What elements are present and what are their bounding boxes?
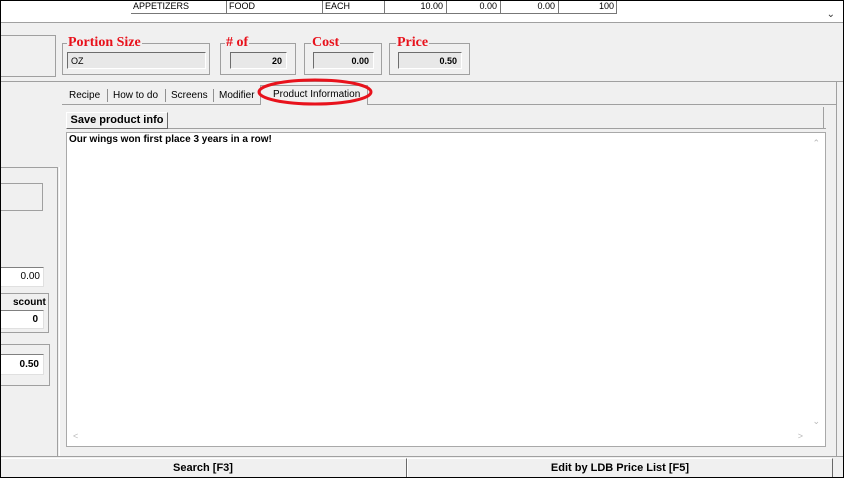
discount-label: scount <box>13 297 46 308</box>
tab-separator <box>213 89 214 102</box>
grid-cell-value-3[interactable]: 0.00 <box>501 1 559 14</box>
tab-separator <box>165 89 166 102</box>
grid-cell-value-4[interactable]: 100 <box>559 1 617 14</box>
portion-size-label: Portion Size <box>67 35 142 51</box>
grid-cell-value-2[interactable]: 0.00 <box>447 1 501 14</box>
right-edge-line <box>836 82 837 456</box>
left-panel-top-box <box>1 35 56 77</box>
portion-size-field[interactable]: OZ <box>67 52 206 69</box>
highlight-circle <box>257 78 373 106</box>
cost-field[interactable]: 0.00 <box>313 52 374 69</box>
product-grid-row[interactable]: APPETIZERS FOOD EACH 10.00 0.00 0.00 100… <box>1 1 843 23</box>
num-of-group: # of 20 <box>220 35 296 75</box>
grid-cell-type[interactable]: FOOD <box>227 1 323 14</box>
tab-how-to-do[interactable]: How to do <box>113 87 158 104</box>
bottom-button-bar: Search [F3] Edit by LDB Price List [F5] <box>1 456 843 477</box>
search-button[interactable]: Search [F3] <box>1 458 407 477</box>
price-label: Price <box>396 35 430 51</box>
price-group: Price 0.50 <box>389 35 470 75</box>
toolbar-line <box>168 128 826 129</box>
discount-field[interactable]: 0 <box>1 310 44 329</box>
scroll-right-icon[interactable]: > <box>798 431 803 441</box>
divider <box>1 81 843 82</box>
tab-screens[interactable]: Screens <box>171 87 208 104</box>
toolbar-edge <box>823 107 824 129</box>
cost-label: Cost <box>311 35 341 51</box>
scroll-left-icon[interactable]: < <box>73 431 78 441</box>
cost-group: Cost 0.00 <box>304 35 382 75</box>
save-product-info-button[interactable]: Save product info <box>66 112 168 129</box>
tab-recipe[interactable]: Recipe <box>69 87 100 104</box>
grid-cell-unit[interactable]: EACH <box>323 1 385 14</box>
grid-cell-category[interactable]: APPETIZERS <box>131 1 227 14</box>
scroll-down-icon[interactable]: ⌄ <box>812 416 820 427</box>
edit-by-ldb-price-list-button[interactable]: Edit by LDB Price List [F5] <box>407 458 833 477</box>
num-of-label: # of <box>225 35 250 51</box>
portion-size-group: Portion Size OZ <box>62 35 210 75</box>
left-panel-line <box>1 167 57 168</box>
scroll-up-icon[interactable]: ⌃ <box>812 138 820 149</box>
window-frame: APPETIZERS FOOD EACH 10.00 0.00 0.00 100… <box>0 0 844 478</box>
tab-strip-line <box>62 104 837 105</box>
tab-separator <box>107 89 108 102</box>
tab-modifier[interactable]: Modifier <box>219 87 259 104</box>
price-field[interactable]: 0.50 <box>398 52 462 69</box>
num-of-field[interactable]: 20 <box>230 52 287 69</box>
left-price-field[interactable]: 0.50 <box>1 354 44 375</box>
product-info-textarea[interactable]: Our wings won first place 3 years in a r… <box>66 132 826 447</box>
left-panel-separator <box>57 167 60 457</box>
product-info-text: Our wings won first place 3 years in a r… <box>69 134 272 145</box>
grid-cell-value-1[interactable]: 10.00 <box>385 1 447 14</box>
left-value-field[interactable]: 0.00 <box>1 267 44 287</box>
chevron-down-icon[interactable]: ⌄ <box>827 9 835 20</box>
left-panel-box <box>1 183 43 211</box>
